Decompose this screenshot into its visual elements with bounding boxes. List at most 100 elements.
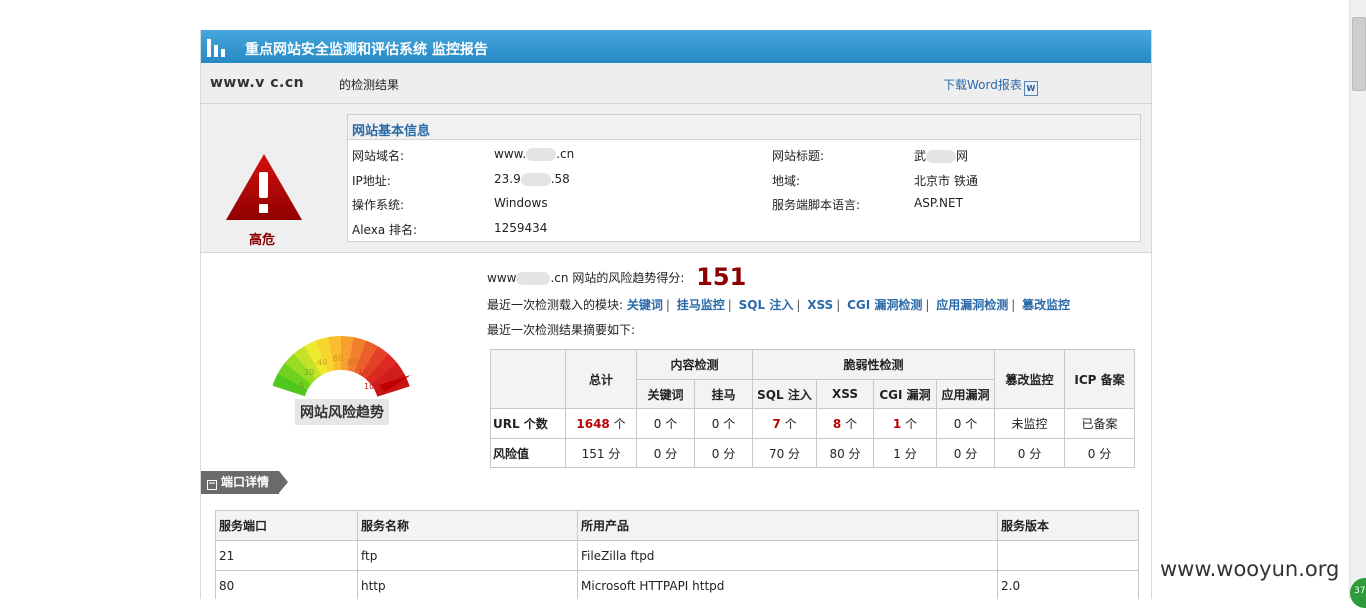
module-keyword-link[interactable]: 关键词 xyxy=(627,298,663,312)
cell-icp: 已备案 xyxy=(1064,408,1135,439)
download-word-report-link[interactable]: 下载Word报表 W xyxy=(943,76,1038,96)
table-corner xyxy=(490,349,566,409)
col-service: 服务名称 xyxy=(357,510,578,541)
cell-port: 21 xyxy=(215,540,358,571)
trend-domain-tail: .cn xyxy=(550,271,569,285)
row-label: URL 个数 xyxy=(490,408,566,439)
basic-info-panel: 网站基本信息 网站域名: www. .cn 网站标题: 武网 IP地址: 23.9… xyxy=(347,114,1141,242)
cell-version xyxy=(997,540,1139,571)
col-cgi: CGI 漏洞 xyxy=(873,379,937,409)
vertical-scrollbar[interactable] xyxy=(1349,0,1366,599)
table-row: 80 http Microsoft HTTPAPI httpd 2.0 xyxy=(215,570,1139,599)
col-xss: XSS xyxy=(816,379,874,409)
module-cgi-link[interactable]: CGI 漏洞检测 xyxy=(847,298,922,312)
gauge-tick: 60 xyxy=(333,354,343,363)
gauge-tick: 0 xyxy=(299,381,304,390)
report-page: 重点网站安全监测和评估系统 监控报告 www.v c.cn 的检测结果 下载Wo… xyxy=(200,30,1152,599)
info-value: 23.9.58 xyxy=(494,172,570,186)
bar-chart-logo-icon xyxy=(207,37,231,57)
col-keyword: 关键词 xyxy=(636,379,695,409)
scroll-thumb[interactable] xyxy=(1352,17,1366,91)
module-trojan-link[interactable]: 挂马监控 xyxy=(677,298,725,312)
ports-table: 服务端口 服务名称 所用产品 服务版本 21 ftp FileZilla ftp… xyxy=(215,510,1139,599)
table-row: 风险值 151 分 0 分 0 分 70 分 80 分 1 分 0 分 0 分 … xyxy=(490,438,1135,468)
collapse-minus-icon: − xyxy=(207,479,217,490)
cell-cgi: 1 分 xyxy=(873,438,937,468)
gauge-tick: 20 xyxy=(304,368,314,377)
basic-info-section: 高危 网站基本信息 网站域名: www. .cn 网站标题: 武网 IP地址: 2… xyxy=(201,104,1151,253)
target-domain: www.v c.cn xyxy=(210,75,305,91)
modules-line: 最近一次检测载入的模块: 关键词 | 挂马监控 | SQL 注入 | XSS | CGI… xyxy=(487,298,1071,312)
info-label: 操作系统: xyxy=(352,198,405,212)
col-content-detection: 内容检测 xyxy=(636,349,753,380)
basic-info-title: 网站基本信息 xyxy=(352,124,431,139)
col-icp: ICP 备案 xyxy=(1064,349,1135,409)
cell-service: ftp xyxy=(357,540,578,571)
risk-score: 151 xyxy=(696,263,747,291)
result-header: www.v c.cn 的检测结果 下载Word报表 W xyxy=(201,63,1151,104)
info-value: Windows xyxy=(494,196,548,210)
gauge-tick: 100 xyxy=(358,368,373,377)
info-label: 地域: xyxy=(772,174,801,188)
module-tamper-link[interactable]: 篡改监控 xyxy=(1022,298,1070,312)
info-label: 网站域名: xyxy=(352,149,405,163)
word-doc-icon: W xyxy=(1023,81,1038,96)
cell-total: 1648 个 xyxy=(565,408,637,439)
risk-gauge: 0 20 40 60 80 100 100+ xyxy=(272,336,411,408)
info-label: 网站标题: xyxy=(772,149,825,163)
col-trojan: 挂马 xyxy=(694,379,753,409)
cell-keyword: 0 分 xyxy=(636,438,695,468)
modules-label: 最近一次检测载入的模块: xyxy=(487,298,624,312)
col-tamper: 篡改监控 xyxy=(994,349,1065,409)
title-bar: 重点网站安全监测和评估系统 监控报告 xyxy=(201,30,1151,63)
detection-summary-table: 总计 内容检测 脆弱性检测 篡改监控 ICP 备案 关键词 挂马 SQL 注入 … xyxy=(490,349,1135,468)
cell-keyword: 0 个 xyxy=(636,408,695,439)
table-row: 21 ftp FileZilla ftpd xyxy=(215,540,1139,571)
cell-tamper: 未监控 xyxy=(994,408,1065,439)
cell-xss: 80 分 xyxy=(816,438,874,468)
info-value: ASP.NET xyxy=(914,196,963,210)
col-product: 所用产品 xyxy=(577,510,998,541)
table-row: URL 个数 1648 个 0 个 0 个 7 个 8 个 1 个 0 个 未监… xyxy=(490,408,1135,439)
cell-sql: 7 个 xyxy=(752,408,817,439)
cell-xss: 8 个 xyxy=(816,408,874,439)
info-row-domain: 网站域名: www. .cn 网站标题: 武网 xyxy=(348,143,1140,167)
cell-product: Microsoft HTTPAPI httpd xyxy=(577,570,998,599)
info-label: Alexa 排名: xyxy=(352,223,418,237)
info-value: 北京市 铁通 xyxy=(914,174,978,188)
col-vuln-detection: 脆弱性检测 xyxy=(752,349,995,380)
cell-port: 80 xyxy=(215,570,358,599)
col-total: 总计 xyxy=(565,349,637,409)
info-value: 1259434 xyxy=(494,221,548,235)
risk-level-label: 高危 xyxy=(249,233,276,248)
gauge-tick: 40 xyxy=(317,358,327,367)
warning-triangle-icon xyxy=(226,154,302,220)
result-label: 的检测结果 xyxy=(339,78,400,92)
col-port: 服务端口 xyxy=(215,510,358,541)
info-row-alexa: Alexa 排名: 1259434 xyxy=(348,217,1140,241)
app-title: 重点网站安全监测和评估系统 监控报告 xyxy=(245,42,488,58)
risk-score-line: www .cn 网站的风险趋势得分: 151 xyxy=(487,263,746,291)
cell-total: 151 分 xyxy=(565,438,637,468)
gauge-caption: 网站风险趋势 xyxy=(295,399,389,425)
module-sql-link[interactable]: SQL 注入 xyxy=(739,298,794,312)
cell-service: http xyxy=(357,570,578,599)
col-version: 服务版本 xyxy=(997,510,1139,541)
cell-app-vuln: 0 分 xyxy=(936,438,995,468)
risk-trend-section: 0 20 40 60 80 100 100+ 网站风险趋势 www .cn 网站的… xyxy=(201,253,1151,471)
module-xss-link[interactable]: XSS xyxy=(807,298,833,312)
port-details-tab[interactable]: − 端口详情 xyxy=(201,471,289,494)
cell-trojan: 0 个 xyxy=(694,408,753,439)
basic-info-header: 网站基本信息 xyxy=(348,115,1140,140)
info-label: 服务端脚本语言: xyxy=(772,198,861,212)
module-app-vuln-link[interactable]: 应用漏洞检测 xyxy=(936,298,1008,312)
info-row-os: 操作系统: Windows 服务端脚本语言: ASP.NET xyxy=(348,192,1140,216)
cell-sql: 70 分 xyxy=(752,438,817,468)
info-row-ip: IP地址: 23.9.58 地域: 北京市 铁通 xyxy=(348,168,1140,192)
cell-tamper: 0 分 xyxy=(994,438,1065,468)
watermark: www.wooyun.org xyxy=(1160,557,1340,581)
gauge-tick: 80 xyxy=(347,358,357,367)
summary-label: 最近一次检测结果摘要如下: xyxy=(487,323,636,337)
cell-product: FileZilla ftpd xyxy=(577,540,998,571)
port-tab-label: 端口详情 xyxy=(221,475,270,489)
